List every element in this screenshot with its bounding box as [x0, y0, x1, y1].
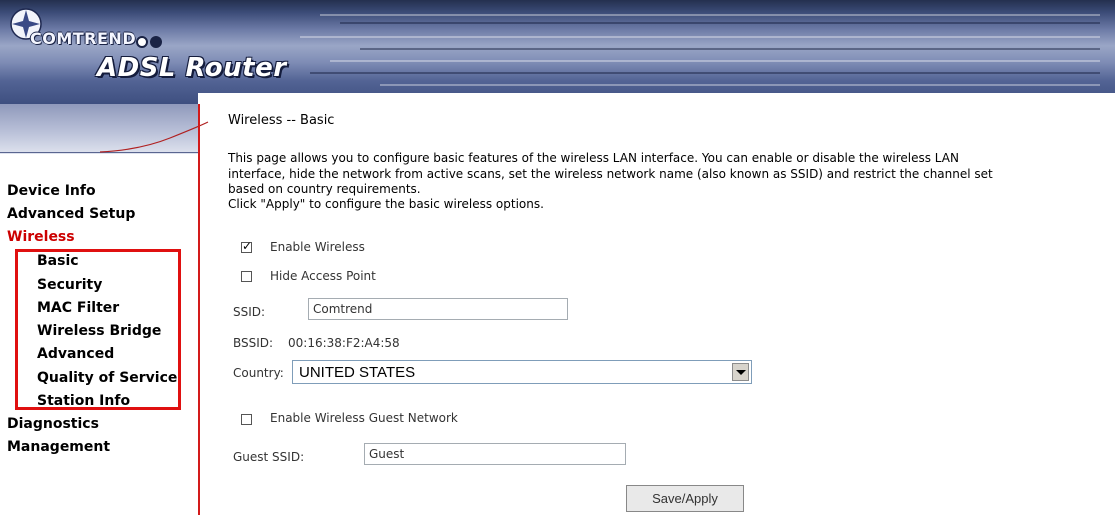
description-line: Click "Apply" to configure the basic wir… [228, 197, 544, 211]
nav-management[interactable]: Management [7, 439, 110, 455]
nav-mac-filter[interactable]: MAC Filter [37, 300, 119, 316]
nav-wireless-advanced[interactable]: Advanced [37, 346, 114, 362]
bssid-value: 00:16:38:F2:A4:58 [288, 336, 400, 350]
nav-wireless-security[interactable]: Security [37, 277, 102, 293]
sidebar-divider [198, 104, 200, 515]
logo: COMTREND ADSL Router [0, 0, 315, 104]
nav-advanced-setup[interactable]: Advanced Setup [7, 206, 135, 222]
guest-ssid-label: Guest SSID: [233, 450, 305, 464]
nav-device-info[interactable]: Device Info [7, 183, 96, 199]
page-title: Wireless -- Basic [228, 113, 335, 128]
header-banner: COMTREND ADSL Router [0, 0, 1115, 104]
ssid-label: SSID: [233, 305, 266, 319]
nav-wireless[interactable]: Wireless [7, 229, 75, 245]
guest-network-label: Enable Wireless Guest Network [270, 411, 458, 425]
country-label: Country: [233, 366, 284, 380]
description-line: This page allows you to configure basic … [228, 151, 959, 165]
nav-diagnostics[interactable]: Diagnostics [7, 416, 99, 432]
chevron-down-icon[interactable] [732, 363, 749, 381]
product-title: ADSL Router [97, 53, 287, 83]
ssid-input[interactable] [308, 298, 568, 320]
description-line: based on country requirements. [228, 182, 421, 196]
bssid-label: BSSID: [233, 336, 274, 350]
guest-network-checkbox[interactable] [241, 414, 252, 425]
nav-quality-of-service[interactable]: Quality of Service [37, 370, 177, 386]
nav-station-info[interactable]: Station Info [37, 393, 130, 409]
main-content: Wireless -- Basic This page allows you t… [228, 104, 1108, 515]
country-value: UNITED STATES [299, 364, 416, 381]
nav-wireless-basic[interactable]: Basic [37, 253, 79, 269]
brand-dots-icon [136, 33, 164, 52]
hide-access-point-label: Hide Access Point [270, 269, 376, 283]
enable-wireless-label: Enable Wireless [270, 240, 365, 254]
description-line: interface, hide the network from active … [228, 167, 993, 181]
hide-access-point-checkbox[interactable] [241, 271, 252, 282]
guest-ssid-input[interactable] [364, 443, 626, 465]
nav-wireless-bridge[interactable]: Wireless Bridge [37, 323, 161, 339]
brand-name: COMTREND [30, 29, 137, 48]
save-apply-button[interactable]: Save/Apply [626, 485, 744, 512]
enable-wireless-checkbox[interactable] [241, 239, 252, 253]
decorative-curve-icon [100, 121, 209, 153]
country-select[interactable]: UNITED STATES [292, 360, 752, 384]
